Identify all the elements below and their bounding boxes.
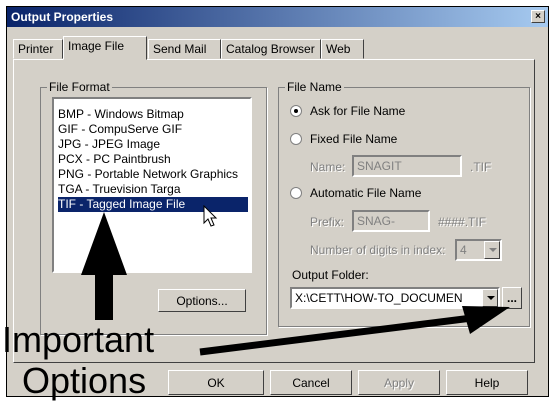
up-arrow-icon xyxy=(81,212,127,320)
tab-image-file[interactable]: Image File xyxy=(63,36,147,60)
right-arrow-icon xyxy=(462,306,510,334)
diagonal-arrow-line xyxy=(199,314,473,356)
annotation-arrows xyxy=(81,212,510,356)
tab-label: Image File xyxy=(68,39,125,53)
